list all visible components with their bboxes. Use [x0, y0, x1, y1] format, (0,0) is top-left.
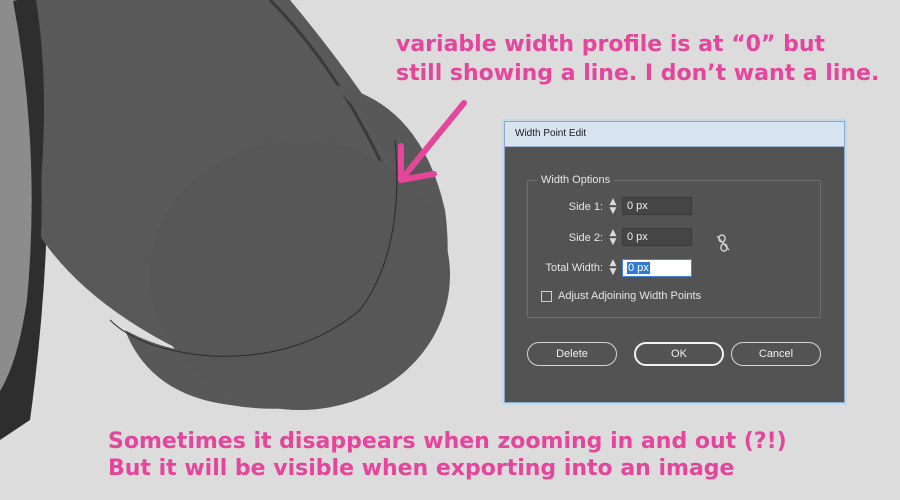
side2-stepper[interactable]: ▲ ▼	[606, 229, 620, 247]
broken-chain-link-icon[interactable]	[715, 234, 731, 252]
bottom-annotation-line1: Sometimes it disappears when zooming in …	[108, 429, 787, 454]
adjust-adjoining-label: Adjust Adjoining Width Points	[558, 290, 702, 302]
delete-button[interactable]: Delete	[527, 342, 617, 366]
dialog-title: Width Point Edit	[515, 128, 587, 139]
width-point-edit-dialog: Width Point Edit Width Options Side 1: ▲…	[504, 121, 845, 403]
side1-stepper[interactable]: ▲ ▼	[606, 198, 620, 216]
dialog-titlebar[interactable]: Width Point Edit	[505, 122, 844, 147]
ok-button[interactable]: OK	[634, 342, 724, 366]
side1-input[interactable]: 0 px	[622, 197, 692, 215]
chevron-down-icon[interactable]: ▼	[606, 268, 620, 277]
total-width-stepper[interactable]: ▲ ▼	[606, 259, 620, 277]
cancel-button[interactable]: Cancel	[731, 342, 821, 366]
adjust-adjoining-checkbox[interactable]	[541, 291, 552, 302]
side2-label: Side 2:	[568, 232, 603, 244]
dialog-body: Width Options Side 1: ▲ ▼ 0 px Side 2: ▲…	[511, 149, 838, 396]
chevron-down-icon[interactable]: ▼	[606, 207, 620, 216]
top-annotation: variable width profile is at “0” but sti…	[396, 30, 879, 88]
bottom-annotation: Sometimes it disappears when zooming in …	[108, 428, 787, 482]
total-width-input[interactable]: 0 px	[622, 259, 692, 277]
side1-label: Side 1:	[568, 201, 603, 213]
side2-input[interactable]: 0 px	[622, 228, 692, 246]
total-width-label: Total Width:	[545, 262, 603, 274]
top-annotation-line1: variable width profile is at “0” but	[396, 32, 826, 57]
total-width-value: 0 px	[627, 262, 650, 274]
chevron-down-icon[interactable]: ▼	[606, 238, 620, 247]
bottom-annotation-line2: But it will be visible when exporting in…	[108, 456, 735, 481]
width-options-label: Width Options	[537, 174, 615, 186]
top-annotation-line2: still showing a line. I don’t want a lin…	[396, 61, 880, 86]
